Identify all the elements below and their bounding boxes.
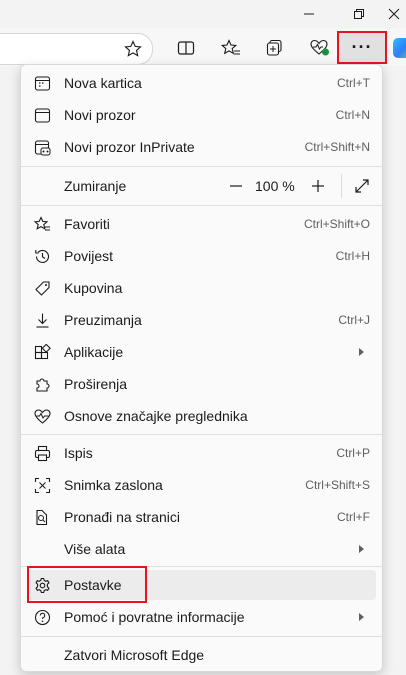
menu-item-close-edge[interactable]: Zatvori Microsoft Edge [27, 640, 376, 670]
new-tab-icon [34, 76, 51, 91]
shortcut-text: Ctrl+T [337, 76, 370, 90]
menu-divider [21, 636, 382, 637]
favorites-icon [221, 39, 240, 55]
menu-item-label: Zatvori Microsoft Edge [64, 647, 205, 663]
split-screen-icon [177, 41, 195, 55]
shortcut-text: Ctrl+Shift+N [304, 140, 370, 154]
submenu-arrow-icon [359, 348, 364, 356]
minimize-button[interactable] [286, 0, 332, 28]
menu-item-downloads[interactable]: Preuzimanja Ctrl+J [27, 305, 376, 335]
zoom-divider [341, 174, 342, 198]
menu-item-settings[interactable]: Postavke [27, 570, 376, 600]
menu-item-inprivate[interactable]: Novi prozor InPrivate Ctrl+Shift+N [27, 132, 376, 162]
settings-and-more-menu: Nova kartica Ctrl+T Novi prozor Ctrl+N N… [20, 64, 383, 672]
favorite-star-button[interactable] [118, 34, 148, 64]
menu-item-label: Pomoć i povratne informacije [64, 609, 245, 625]
help-icon [34, 609, 51, 626]
menu-item-history[interactable]: Povijest Ctrl+H [27, 241, 376, 271]
menu-item-new-tab[interactable]: Nova kartica Ctrl+T [27, 68, 376, 98]
apps-icon [34, 344, 51, 360]
expand-icon [355, 179, 369, 193]
shortcut-text: Ctrl+N [335, 108, 370, 122]
shortcut-text: Ctrl+H [335, 249, 370, 263]
heart-pulse-icon [34, 409, 51, 424]
shortcut-text: Ctrl+Shift+S [305, 478, 370, 492]
restore-icon [354, 9, 364, 19]
zoom-in-button[interactable] [305, 174, 331, 198]
browser-toolbar: ··· [0, 28, 406, 66]
plus-icon [312, 180, 324, 192]
window-icon [34, 108, 51, 123]
history-icon [35, 249, 50, 264]
menu-item-browser-essentials[interactable]: Osnove značajke preglednika [27, 401, 376, 431]
menu-item-label: Nova kartica [64, 75, 142, 91]
favorites-button[interactable] [216, 33, 246, 63]
submenu-arrow-icon [359, 545, 364, 553]
menu-item-new-window[interactable]: Novi prozor Ctrl+N [27, 100, 376, 130]
settings-and-more-button[interactable]: ··· [337, 31, 387, 64]
zoom-out-button[interactable] [223, 174, 249, 198]
menu-item-label: Osnove značajke preglednika [64, 408, 248, 424]
menu-item-label: Kupovina [64, 280, 123, 296]
menu-item-label: Pronađi na stranici [64, 509, 180, 525]
browser-essentials-button[interactable] [305, 33, 335, 63]
menu-item-label: Novi prozor InPrivate [64, 139, 195, 155]
close-icon [388, 8, 400, 20]
menu-item-label: Postavke [64, 577, 122, 593]
menu-item-label: Ispis [64, 445, 93, 461]
minus-icon [230, 185, 242, 187]
more-icon: ··· [351, 37, 373, 57]
menu-item-label: Proširenja [64, 376, 128, 392]
split-screen-button[interactable] [171, 33, 201, 63]
menu-item-label: Povijest [64, 248, 114, 264]
close-window-button[interactable] [382, 0, 406, 28]
favorites-icon [34, 216, 50, 231]
menu-divider [21, 166, 382, 167]
menu-divider [21, 205, 382, 206]
tag-icon [35, 281, 50, 296]
minimize-icon [304, 13, 314, 15]
collections-button[interactable] [261, 33, 291, 63]
shortcut-text: Ctrl+J [338, 313, 370, 327]
address-bar[interactable] [0, 33, 153, 65]
fullscreen-button[interactable] [349, 174, 375, 198]
menu-divider [21, 434, 382, 435]
menu-item-favorites[interactable]: Favoriti Ctrl+Shift+O [27, 209, 376, 239]
download-icon [36, 313, 49, 328]
menu-item-screenshot[interactable]: Snimka zaslona Ctrl+Shift+S [27, 470, 376, 500]
menu-item-print[interactable]: Ispis Ctrl+P [27, 438, 376, 468]
zoom-value: 100 % [255, 178, 295, 194]
menu-item-more-tools[interactable]: Više alata [27, 534, 376, 564]
menu-item-label: Preuzimanja [64, 312, 142, 328]
shortcut-text: Ctrl+F [337, 510, 370, 524]
submenu-arrow-icon [359, 613, 364, 621]
title-bar [0, 0, 406, 28]
menu-divider [21, 566, 382, 567]
printer-icon [34, 445, 51, 462]
zoom-row: Zumiranje 100 % [27, 169, 376, 203]
menu-item-label: Novi prozor [64, 107, 136, 123]
star-icon [124, 40, 142, 57]
heart-pulse-icon [310, 39, 329, 56]
inprivate-icon [34, 140, 51, 156]
menu-item-find-on-page[interactable]: Pronađi na stranici Ctrl+F [27, 502, 376, 532]
menu-item-label: Favoriti [64, 216, 110, 232]
menu-item-apps[interactable]: Aplikacije [27, 337, 376, 367]
screenshot-icon [34, 477, 51, 494]
gear-icon [35, 577, 50, 594]
menu-item-extensions[interactable]: Proširenja [27, 369, 376, 399]
collections-icon [266, 39, 282, 56]
puzzle-icon [36, 378, 50, 392]
shortcut-text: Ctrl+Shift+O [303, 217, 370, 231]
zoom-label: Zumiranje [64, 178, 127, 194]
shortcut-text: Ctrl+P [336, 446, 370, 460]
menu-item-shopping[interactable]: Kupovina [27, 273, 376, 303]
menu-item-help-feedback[interactable]: Pomoć i povratne informacije [27, 602, 376, 632]
menu-item-label: Više alata [64, 541, 126, 557]
copilot-icon[interactable] [393, 38, 406, 58]
find-on-page-icon [36, 509, 48, 526]
restore-button[interactable] [336, 0, 382, 28]
menu-item-label: Aplikacije [64, 344, 124, 360]
menu-item-label: Snimka zaslona [64, 477, 163, 493]
